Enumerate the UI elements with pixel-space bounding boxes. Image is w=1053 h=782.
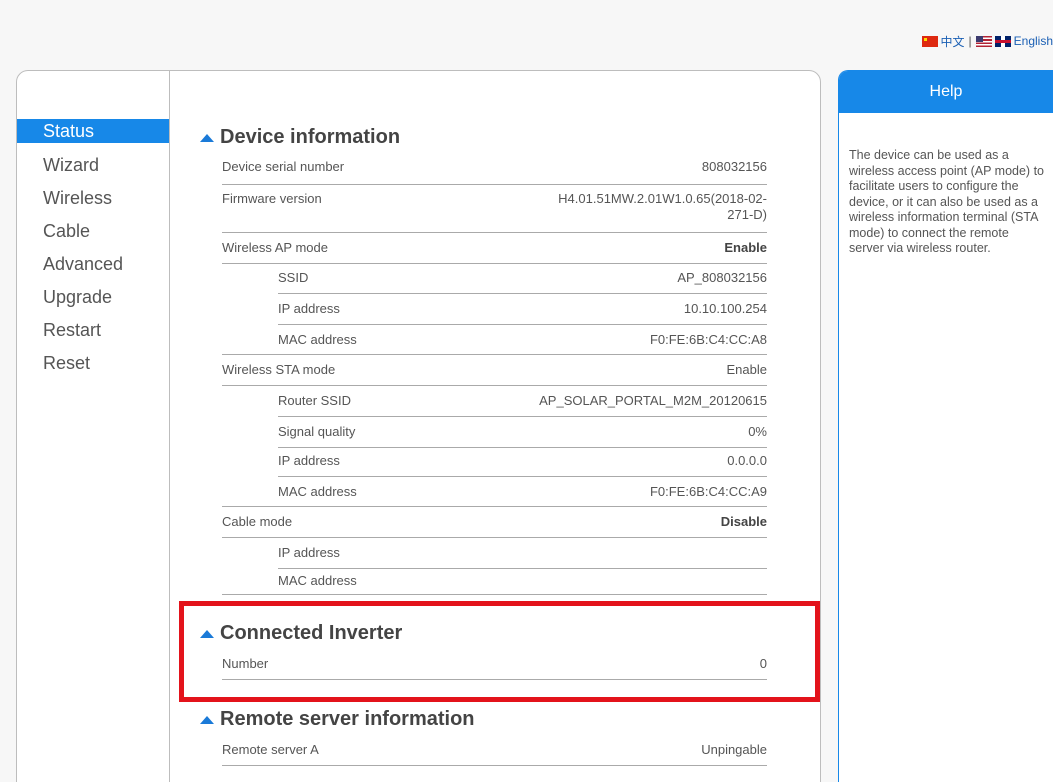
cable-mode-row: Cable mode Disable xyxy=(222,514,767,538)
remote-server-a-value: Unpingable xyxy=(701,742,767,757)
sidebar-item-cable[interactable]: Cable xyxy=(17,216,169,249)
china-flag-icon[interactable] xyxy=(921,35,938,47)
divider xyxy=(278,324,767,325)
language-bar: 中文 | English xyxy=(921,32,1053,50)
ap-ssid-row: SSID AP_808032156 xyxy=(222,270,767,294)
divider xyxy=(222,506,767,507)
sidebar-item-wizard[interactable]: Wizard xyxy=(17,150,169,183)
remote-server-header[interactable]: Remote server information xyxy=(200,708,475,731)
cable-mode-value: Disable xyxy=(720,514,767,529)
help-panel: Help The device can be used as a wireles… xyxy=(838,70,1053,782)
firmware-label: Firmware version xyxy=(222,191,322,206)
language-english-link[interactable]: English xyxy=(1014,34,1053,48)
sta-mode-value: Enable xyxy=(726,362,767,377)
divider xyxy=(222,354,767,355)
ap-ssid-value: AP_808032156 xyxy=(677,270,767,285)
highlight-box xyxy=(179,601,820,702)
remote-server-a-row: Remote server A Unpingable xyxy=(222,742,767,766)
sta-ssid-row: Router SSID AP_SOLAR_PORTAL_M2M_20120615 xyxy=(222,393,767,417)
firmware-value-line1: H4.01.51MW.2.01W1.0.65(2018-02- xyxy=(558,191,767,206)
divider xyxy=(278,447,767,448)
ap-ip-label: IP address xyxy=(278,301,340,316)
divider xyxy=(278,568,767,569)
remote-server-title: Remote server information xyxy=(220,708,475,730)
sta-mode-label: Wireless STA mode xyxy=(222,362,336,377)
cable-mode-label: Cable mode xyxy=(222,514,293,529)
firmware-row: Firmware version H4.01.51MW.2.01W1.0.65(… xyxy=(222,191,767,233)
device-info-header[interactable]: Device information xyxy=(200,126,400,149)
remote-server-a-label: Remote server A xyxy=(222,742,319,757)
serial-label: Device serial number xyxy=(222,159,345,174)
cable-mac-label: MAC address xyxy=(278,573,357,588)
cable-ip-row: IP address xyxy=(222,545,767,569)
sidebar-item-wireless[interactable]: Wireless xyxy=(17,183,169,216)
language-chinese-link[interactable]: 中文 xyxy=(941,33,965,50)
ap-mode-value: Enable xyxy=(724,240,767,255)
sidebar-item-reset[interactable]: Reset xyxy=(17,348,169,381)
sta-signal-row: Signal quality 0% xyxy=(222,424,767,448)
serial-row: Device serial number 808032156 xyxy=(222,159,767,185)
ap-mode-row: Wireless AP mode Enable xyxy=(222,240,767,264)
sta-mac-row: MAC address F0:FE:6B:C4:CC:A9 xyxy=(222,484,767,508)
sidebar-item-restart[interactable]: Restart xyxy=(17,315,169,348)
sta-ssid-value: AP_SOLAR_PORTAL_M2M_20120615 xyxy=(539,393,767,408)
divider xyxy=(278,476,767,477)
ap-mac-label: MAC address xyxy=(278,332,357,347)
collapse-caret-icon[interactable] xyxy=(200,133,214,142)
device-info-title: Device information xyxy=(220,126,401,148)
language-separator: | xyxy=(968,34,972,48)
ap-ip-value: 10.10.100.254 xyxy=(683,301,767,316)
divider xyxy=(278,293,767,294)
serial-value: 808032156 xyxy=(701,159,767,174)
sta-ip-value: 0.0.0.0 xyxy=(727,453,767,468)
us-flag-icon[interactable] xyxy=(975,35,992,47)
help-text: The device can be used as a wireless acc… xyxy=(849,148,1044,255)
divider xyxy=(278,416,767,417)
ap-mac-row: MAC address F0:FE:6B:C4:CC:A8 xyxy=(222,332,767,356)
sidebar-item-advanced[interactable]: Advanced xyxy=(17,249,169,282)
uk-flag-icon[interactable] xyxy=(994,35,1011,47)
ap-ssid-label: SSID xyxy=(278,270,309,285)
help-title: Help xyxy=(839,71,1053,113)
sta-ip-row: IP address 0.0.0.0 xyxy=(222,453,767,477)
sta-mac-label: MAC address xyxy=(278,484,357,499)
ap-mode-label: Wireless AP mode xyxy=(222,240,328,255)
firmware-value: H4.01.51MW.2.01W1.0.65(2018-02- 271-D) xyxy=(558,191,767,223)
divider xyxy=(222,594,767,595)
ap-ip-row: IP address 10.10.100.254 xyxy=(222,301,767,325)
sta-ip-label: IP address xyxy=(278,453,340,468)
firmware-value-line2: 271-D) xyxy=(727,207,767,222)
sta-mode-row: Wireless STA mode Enable xyxy=(222,362,767,386)
collapse-caret-icon[interactable] xyxy=(200,715,214,724)
sidebar-menu: Status Wizard Wireless Cable Advanced Up… xyxy=(17,119,169,381)
ap-mac-value: F0:FE:6B:C4:CC:A8 xyxy=(649,332,767,347)
sidebar: Status Wizard Wireless Cable Advanced Up… xyxy=(17,71,170,782)
sta-signal-value: 0% xyxy=(748,424,767,439)
sta-ssid-label: Router SSID xyxy=(278,393,351,408)
sidebar-item-status[interactable]: Status xyxy=(17,119,169,143)
cable-ip-label: IP address xyxy=(278,545,340,560)
sidebar-item-upgrade[interactable]: Upgrade xyxy=(17,282,169,315)
sta-mac-value: F0:FE:6B:C4:CC:A9 xyxy=(649,484,767,499)
sta-signal-label: Signal quality xyxy=(278,424,356,439)
